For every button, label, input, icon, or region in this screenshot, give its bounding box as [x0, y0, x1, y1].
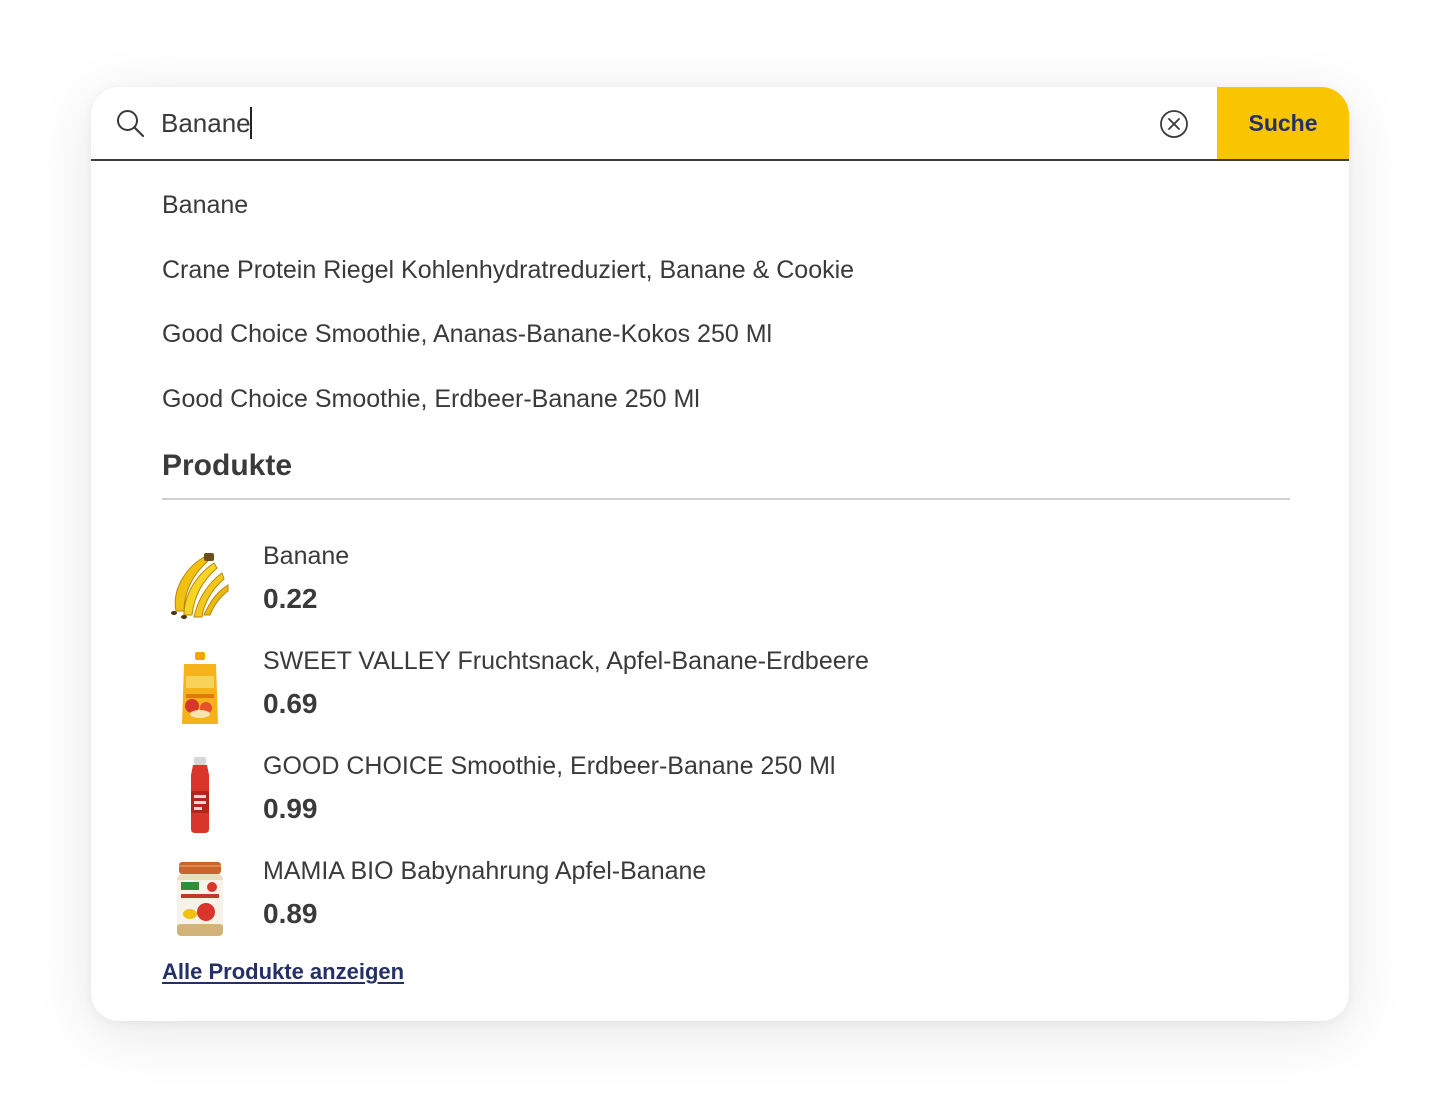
section-divider — [162, 498, 1290, 500]
product-name: MAMIA BIO Babynahrung Apfel-Banane — [263, 857, 707, 885]
banana-image — [171, 553, 229, 619]
product-name: SWEET VALLEY Fruchtsnack, Apfel-Banane-E… — [263, 647, 869, 675]
search-icon — [117, 110, 145, 138]
clear-icon[interactable] — [1159, 109, 1189, 139]
search-input[interactable] — [161, 105, 1141, 141]
products-section-title: Produkte — [162, 449, 293, 482]
product-price: 0.69 — [263, 688, 318, 719]
product-item[interactable]: SWEET VALLEY Fruchtsnack, Apfel-Banane-E… — [162, 644, 1062, 740]
all-products-link[interactable]: Alle Produkte anzeigen — [162, 959, 404, 985]
product-name: Banane — [263, 542, 350, 570]
smoothie-bottle-image — [191, 757, 209, 833]
product-price: 0.89 — [263, 898, 318, 929]
search-button[interactable]: Suche — [1217, 87, 1349, 159]
search-bar: Suche — [91, 87, 1349, 161]
product-name: GOOD CHOICE Smoothie, Erdbeer-Banane 250… — [263, 752, 836, 780]
product-price: 0.22 — [263, 583, 318, 614]
baby-food-jar-image — [177, 862, 223, 936]
suggestion-list: Banane Crane Protein Riegel Kohlenhydrat… — [162, 185, 854, 443]
suggestion-item[interactable]: Good Choice Smoothie, Erdbeer-Banane 250… — [162, 379, 854, 444]
suggestion-item[interactable]: Good Choice Smoothie, Ananas-Banane-Koko… — [162, 314, 854, 379]
product-price: 0.99 — [263, 793, 318, 824]
fruit-pouch-image — [182, 652, 218, 724]
product-item[interactable]: GOOD CHOICE Smoothie, Erdbeer-Banane 250… — [162, 749, 1062, 845]
text-caret — [250, 107, 252, 139]
suggestion-item[interactable]: Crane Protein Riegel Kohlenhydratreduzie… — [162, 250, 854, 315]
product-item[interactable]: MAMIA BIO Babynahrung Apfel-Banane 0.89 — [162, 854, 1062, 950]
search-dropdown-card: Suche Banane Crane Protein Riegel Kohlen… — [91, 87, 1349, 1021]
product-item[interactable]: Banane 0.22 — [162, 539, 1062, 635]
suggestion-item[interactable]: Banane — [162, 185, 854, 250]
